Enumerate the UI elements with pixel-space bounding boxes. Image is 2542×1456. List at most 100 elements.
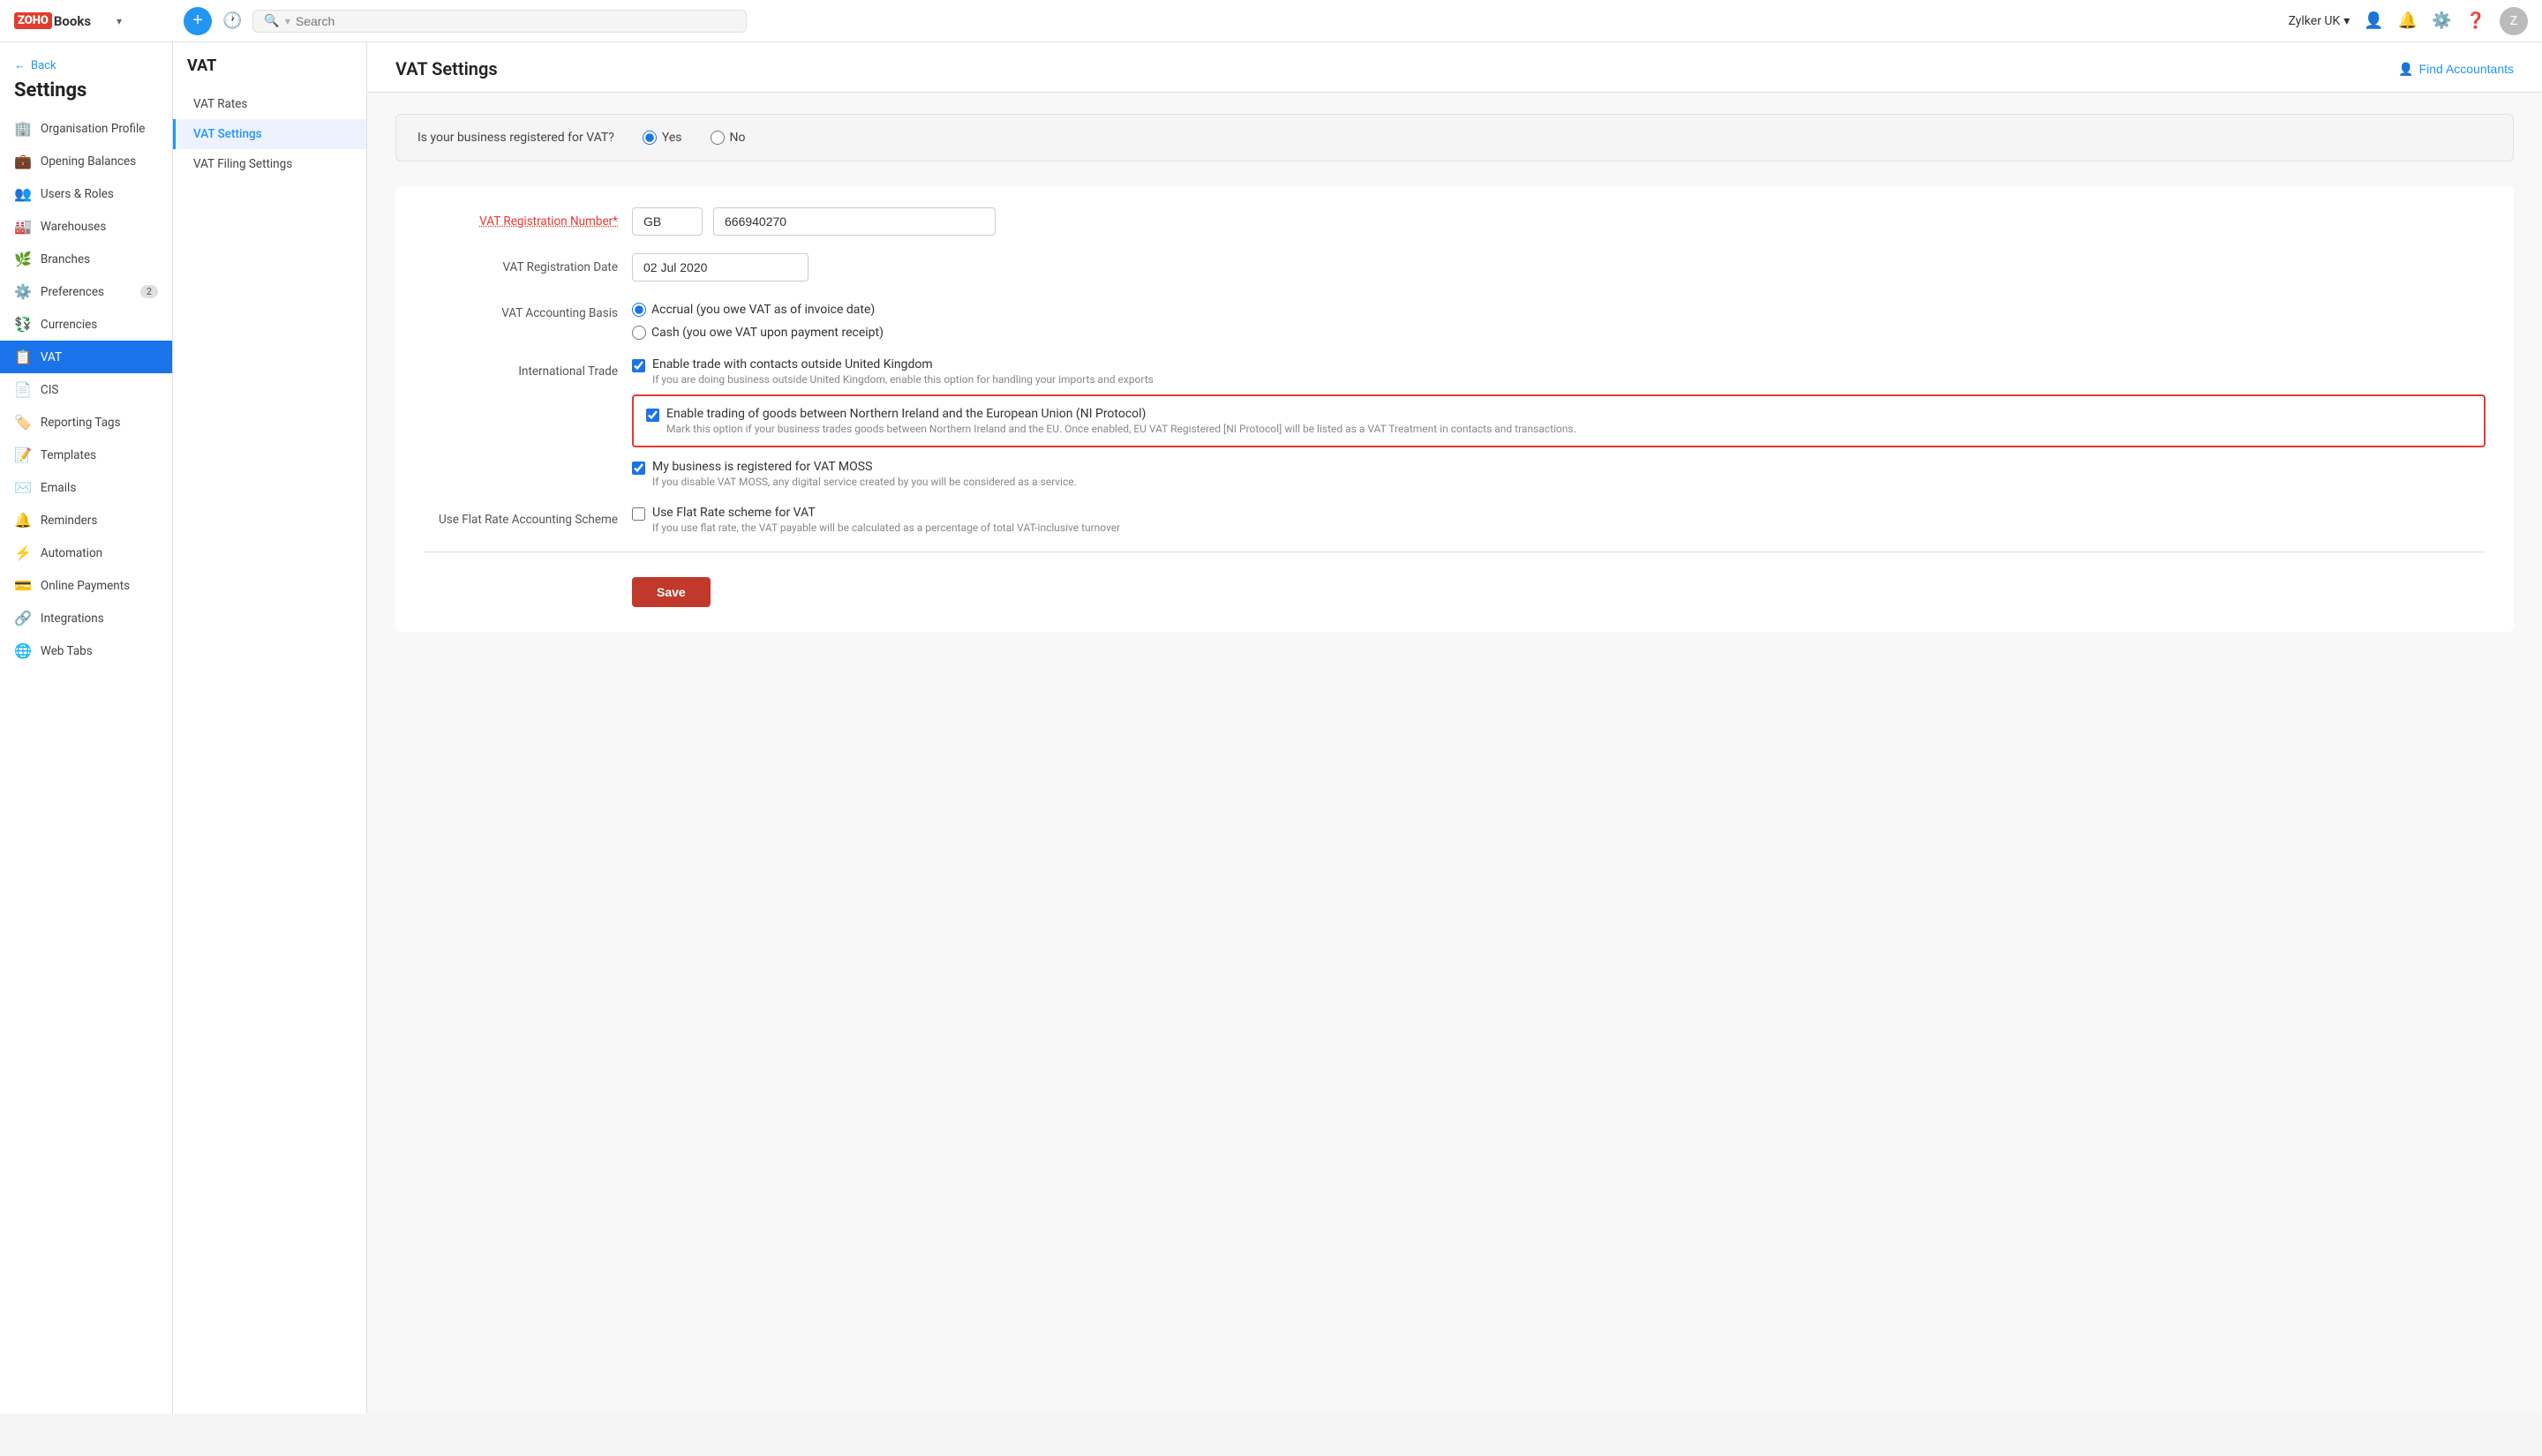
sidebar-item-web-tabs[interactable]: 🌐 Web Tabs bbox=[0, 634, 172, 667]
vat-registered-question: Is your business registered for VAT? bbox=[417, 131, 614, 145]
app-body: ← Back Settings 🏢 Organisation Profile 💼… bbox=[0, 42, 2542, 1414]
accrual-label: Accrual (you owe VAT as of invoice date) bbox=[651, 303, 875, 317]
vat-icon: 📋 bbox=[14, 349, 32, 365]
payment-icon: 💳 bbox=[14, 577, 32, 594]
users-icon: 👥 bbox=[14, 185, 32, 202]
vat-reg-date-input[interactable] bbox=[632, 253, 808, 281]
sub-nav-vat-settings[interactable]: VAT Settings bbox=[173, 119, 366, 149]
vat-sub-panel: VAT VAT Rates VAT Settings VAT Filing Se… bbox=[173, 42, 367, 1414]
sidebar-item-label: Reporting Tags bbox=[41, 416, 121, 430]
automation-icon: ⚡ bbox=[14, 544, 32, 561]
sidebar-item-warehouses[interactable]: 🏭 Warehouses bbox=[0, 210, 172, 243]
flat-rate-row: Use Flat Rate Accounting Scheme Use Flat… bbox=[424, 506, 2486, 534]
vat-registered-card: Is your business registered for VAT? Yes… bbox=[395, 114, 2514, 161]
vat-yes-radio[interactable] bbox=[643, 131, 657, 145]
ni-protocol-checkbox[interactable] bbox=[646, 409, 659, 422]
org-name: Zylker UK bbox=[2289, 14, 2341, 28]
sidebar-item-label: Web Tabs bbox=[41, 644, 93, 658]
enable-trade-option[interactable]: Enable trade with contacts outside Unite… bbox=[632, 357, 2486, 386]
sidebar-item-reminders[interactable]: 🔔 Reminders bbox=[0, 504, 172, 537]
sidebar-title: Settings bbox=[0, 76, 172, 112]
sidebar-item-emails[interactable]: ✉️ Emails bbox=[0, 471, 172, 504]
sidebar-item-branches[interactable]: 🌿 Branches bbox=[0, 243, 172, 275]
sidebar-item-users-roles[interactable]: 👥 Users & Roles bbox=[0, 177, 172, 210]
flat-rate-label: Use Flat Rate Accounting Scheme bbox=[424, 506, 618, 527]
vat-yes-option[interactable]: Yes bbox=[643, 131, 682, 145]
sub-nav-vat-rates[interactable]: VAT Rates bbox=[173, 89, 366, 119]
vat-moss-main-label: My business is registered for VAT MOSS bbox=[652, 460, 1077, 474]
sidebar-item-online-payments[interactable]: 💳 Online Payments bbox=[0, 569, 172, 602]
preferences-icon: ⚙️ bbox=[14, 283, 32, 300]
flat-rate-content: Use Flat Rate scheme for VAT If you use … bbox=[652, 506, 1120, 534]
integrations-icon: 🔗 bbox=[14, 610, 32, 627]
enable-trade-checkbox[interactable] bbox=[632, 359, 645, 372]
sidebar-item-opening-balances[interactable]: 💼 Opening Balances bbox=[0, 145, 172, 177]
search-icon: 🔍 bbox=[264, 14, 279, 28]
tags-icon: 🏷️ bbox=[14, 414, 32, 431]
vat-no-label: No bbox=[730, 131, 746, 145]
flat-rate-options: Use Flat Rate scheme for VAT If you use … bbox=[632, 506, 2486, 534]
building-icon: 🏢 bbox=[14, 120, 32, 137]
save-button[interactable]: Save bbox=[632, 577, 711, 607]
enable-trade-sub-label: If you are doing business outside United… bbox=[652, 373, 1154, 386]
vat-no-radio[interactable] bbox=[711, 131, 725, 145]
sidebar-item-templates[interactable]: 📝 Templates bbox=[0, 439, 172, 471]
accrual-radio[interactable] bbox=[632, 303, 646, 317]
enable-trade-main-label: Enable trade with contacts outside Unite… bbox=[652, 357, 1154, 372]
back-link[interactable]: ← Back bbox=[0, 53, 172, 76]
vat-reg-number-label: VAT Registration Number* bbox=[424, 207, 618, 229]
sub-panel-title: VAT bbox=[173, 56, 366, 89]
search-input[interactable] bbox=[296, 14, 736, 28]
vat-moss-checkbox[interactable] bbox=[632, 462, 645, 475]
flat-rate-main-label: Use Flat Rate scheme for VAT bbox=[652, 506, 1120, 520]
sidebar-item-label: Users & Roles bbox=[41, 187, 114, 201]
org-selector[interactable]: Zylker UK ▾ bbox=[2289, 14, 2350, 28]
sidebar: ← Back Settings 🏢 Organisation Profile 💼… bbox=[0, 42, 173, 1414]
accrual-option[interactable]: Accrual (you owe VAT as of invoice date) bbox=[632, 303, 884, 317]
notifications-button[interactable]: 🔔 bbox=[2398, 11, 2418, 30]
settings-button[interactable]: ⚙️ bbox=[2432, 11, 2451, 30]
vat-reg-number-input[interactable] bbox=[713, 207, 996, 236]
sidebar-item-organisation-profile[interactable]: 🏢 Organisation Profile bbox=[0, 112, 172, 145]
cis-icon: 📄 bbox=[14, 381, 32, 398]
vat-no-option[interactable]: No bbox=[711, 131, 746, 145]
vat-registered-radio-group: Yes No bbox=[643, 131, 760, 145]
flat-rate-checkbox[interactable] bbox=[632, 507, 645, 521]
ni-protocol-box: Enable trading of goods between Northern… bbox=[632, 394, 2486, 447]
vat-reg-prefix-input[interactable] bbox=[632, 207, 703, 236]
page-title: VAT Settings bbox=[395, 58, 498, 79]
flat-rate-option[interactable]: Use Flat Rate scheme for VAT If you use … bbox=[632, 506, 2486, 534]
avatar[interactable]: Z bbox=[2500, 7, 2528, 35]
sidebar-item-integrations[interactable]: 🔗 Integrations bbox=[0, 602, 172, 634]
search-filter[interactable]: ▾ bbox=[285, 15, 290, 27]
international-trade-options: Enable trade with contacts outside Unite… bbox=[632, 357, 2486, 488]
ni-protocol-option[interactable]: Enable trading of goods between Northern… bbox=[646, 407, 2471, 435]
sidebar-item-automation[interactable]: ⚡ Automation bbox=[0, 537, 172, 569]
vat-accounting-basis-label: VAT Accounting Basis bbox=[424, 299, 618, 320]
enable-trade-content: Enable trade with contacts outside Unite… bbox=[652, 357, 1154, 386]
vat-reg-number-inputs bbox=[632, 207, 2486, 236]
sidebar-item-label: Emails bbox=[41, 481, 76, 495]
sidebar-item-currencies[interactable]: 💱 Currencies bbox=[0, 308, 172, 341]
content-area: Is your business registered for VAT? Yes… bbox=[367, 93, 2542, 653]
ni-protocol-content: Enable trading of goods between Northern… bbox=[666, 407, 1576, 435]
sidebar-item-reporting-tags[interactable]: 🏷️ Reporting Tags bbox=[0, 406, 172, 439]
cash-option[interactable]: Cash (you owe VAT upon payment receipt) bbox=[632, 326, 884, 340]
balance-icon: 💼 bbox=[14, 153, 32, 169]
help-button[interactable]: ❓ bbox=[2466, 11, 2486, 30]
cash-radio[interactable] bbox=[632, 326, 646, 340]
vat-moss-option[interactable]: My business is registered for VAT MOSS I… bbox=[632, 460, 2486, 488]
sidebar-item-cis[interactable]: 📄 CIS bbox=[0, 373, 172, 406]
sidebar-item-label: CIS bbox=[41, 383, 58, 397]
find-accountants-button[interactable]: 👤 Find Accountants bbox=[2398, 62, 2514, 77]
currencies-icon: 💱 bbox=[14, 316, 32, 333]
bell-icon: 🔔 bbox=[14, 512, 32, 529]
sidebar-item-preferences[interactable]: ⚙️ Preferences 2 bbox=[0, 275, 172, 308]
sidebar-item-vat[interactable]: 📋 VAT bbox=[0, 341, 172, 373]
app-menu-chevron[interactable]: ▾ bbox=[117, 15, 122, 27]
add-button[interactable]: + bbox=[184, 7, 212, 35]
history-button[interactable]: 🕐 bbox=[222, 11, 242, 30]
contacts-button[interactable]: 👤 bbox=[2364, 11, 2383, 30]
sub-nav-vat-filing[interactable]: VAT Filing Settings bbox=[173, 149, 366, 179]
back-arrow-icon: ← bbox=[14, 58, 26, 72]
